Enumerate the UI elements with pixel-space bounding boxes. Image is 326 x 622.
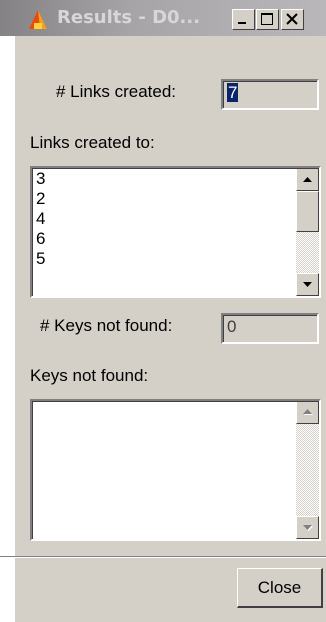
close-button[interactable]: Close: [237, 568, 323, 608]
results-dialog: Results - D0... # Links created: 7 Links…: [0, 0, 326, 622]
arrow-up-icon: [303, 177, 312, 182]
links-created-field[interactable]: 7: [221, 79, 319, 110]
links-created-to-label: Links created to:: [30, 133, 155, 152]
window-title: Results - D0...: [57, 7, 201, 28]
links-scrollbar[interactable]: [296, 168, 319, 296]
keys-not-found-count-value: 0: [227, 317, 237, 336]
list-item[interactable]: 5: [36, 249, 45, 269]
links-created-label: # Links created:: [56, 82, 177, 101]
scroll-down-button[interactable]: [296, 273, 319, 296]
list-item[interactable]: 2: [36, 189, 45, 209]
scroll-down-button: [296, 516, 319, 539]
scroll-up-button[interactable]: [296, 168, 319, 191]
scroll-thumb[interactable]: [296, 191, 319, 232]
window-edge: [0, 36, 15, 622]
keys-scrollbar: [296, 401, 319, 539]
arrow-up-icon: [303, 409, 313, 415]
links-list-items: 3 2 4 6 5: [36, 169, 45, 269]
links-created-to-list[interactable]: 3 2 4 6 5: [30, 166, 321, 298]
links-created-value: 7: [227, 83, 239, 102]
arrow-down-icon: [303, 282, 312, 287]
title-bar[interactable]: Results - D0...: [0, 0, 326, 36]
list-item[interactable]: 6: [36, 229, 45, 249]
app-icon: [29, 10, 47, 29]
maximize-button[interactable]: [256, 9, 279, 30]
list-item[interactable]: 3: [36, 169, 45, 189]
list-item[interactable]: 4: [36, 209, 45, 229]
close-window-button[interactable]: [281, 9, 304, 30]
minimize-icon: [238, 22, 246, 24]
close-icon: [286, 13, 298, 25]
footer-separator: [0, 556, 326, 558]
maximize-icon: [261, 13, 273, 25]
arrow-down-icon: [303, 525, 313, 531]
minimize-button[interactable]: [232, 9, 255, 30]
scroll-up-button: [296, 401, 319, 424]
keys-not-found-count-field[interactable]: 0: [221, 313, 319, 344]
keys-not-found-list[interactable]: [30, 399, 321, 541]
keys-not-found-label: Keys not found:: [30, 366, 149, 385]
keys-not-found-count-label: # Keys not found:: [40, 316, 173, 335]
